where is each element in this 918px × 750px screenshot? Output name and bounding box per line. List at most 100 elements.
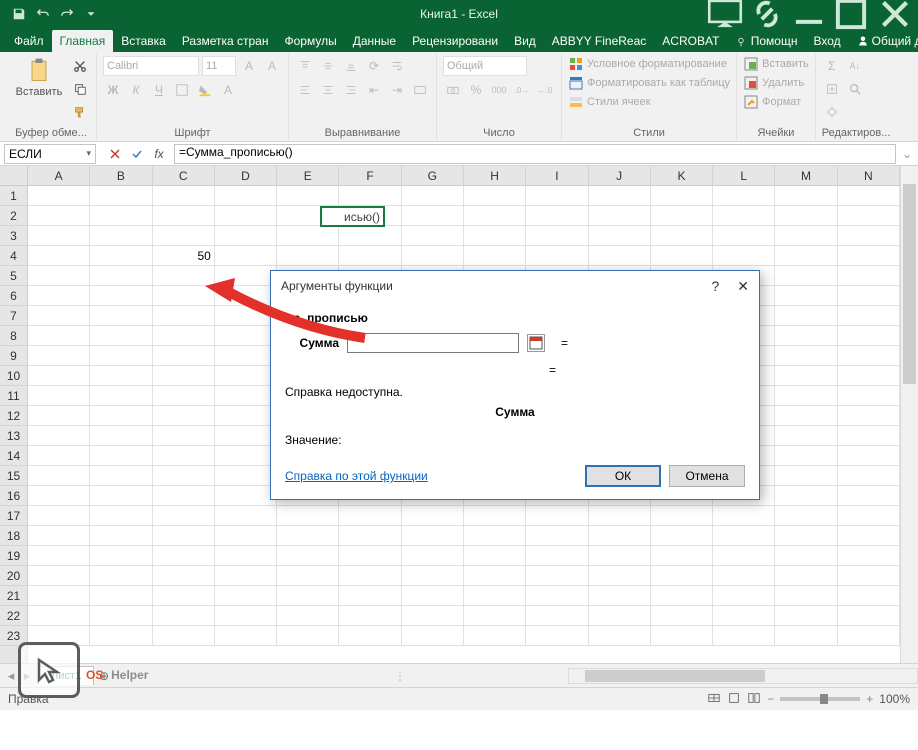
col-header-M[interactable]: M: [775, 166, 837, 185]
clear-icon[interactable]: [822, 102, 842, 122]
col-header-C[interactable]: C: [153, 166, 215, 185]
cell-A11[interactable]: [28, 386, 90, 406]
cell-L3[interactable]: [713, 226, 775, 246]
redo-icon[interactable]: [56, 3, 78, 25]
cell-F4[interactable]: [339, 246, 401, 266]
currency-icon[interactable]: [443, 80, 463, 100]
cell-L2[interactable]: [713, 206, 775, 226]
cell-J19[interactable]: [589, 546, 651, 566]
range-selector-icon[interactable]: [527, 334, 545, 352]
cell-B13[interactable]: [90, 426, 152, 446]
cell-L22[interactable]: [713, 606, 775, 626]
formula-input[interactable]: =Сумма_прописью(): [174, 144, 896, 164]
cell-H21[interactable]: [464, 586, 526, 606]
cell-B6[interactable]: [90, 286, 152, 306]
cell-H1[interactable]: [464, 186, 526, 206]
cell-L17[interactable]: [713, 506, 775, 526]
cell-N16[interactable]: [838, 486, 900, 506]
cell-A4[interactable]: [28, 246, 90, 266]
cell-H17[interactable]: [464, 506, 526, 526]
align-left-icon[interactable]: [295, 80, 315, 100]
cell-M3[interactable]: [775, 226, 837, 246]
row-header-10[interactable]: 10: [0, 366, 27, 386]
cell-C2[interactable]: [153, 206, 215, 226]
cell-M21[interactable]: [775, 586, 837, 606]
cell-G3[interactable]: [402, 226, 464, 246]
cell-B12[interactable]: [90, 406, 152, 426]
cell-I1[interactable]: [526, 186, 588, 206]
cell-N22[interactable]: [838, 606, 900, 626]
cell-F2[interactable]: [339, 206, 401, 226]
tab-layout[interactable]: Разметка стран: [174, 30, 277, 52]
view-page-layout-icon[interactable]: [727, 691, 741, 708]
cell-I23[interactable]: [526, 626, 588, 646]
cell-J4[interactable]: [589, 246, 651, 266]
copy-icon[interactable]: [70, 79, 90, 99]
cell-B1[interactable]: [90, 186, 152, 206]
col-header-I[interactable]: I: [526, 166, 588, 185]
cell-A16[interactable]: [28, 486, 90, 506]
cell-I3[interactable]: [526, 226, 588, 246]
cell-G21[interactable]: [402, 586, 464, 606]
cell-C4[interactable]: 50: [153, 246, 215, 266]
format-painter-icon[interactable]: [70, 102, 90, 122]
cell-L18[interactable]: [713, 526, 775, 546]
cell-D13[interactable]: [215, 426, 277, 446]
cell-D16[interactable]: [215, 486, 277, 506]
cell-A9[interactable]: [28, 346, 90, 366]
cell-D2[interactable]: [215, 206, 277, 226]
cell-G4[interactable]: [402, 246, 464, 266]
col-header-D[interactable]: D: [215, 166, 277, 185]
fx-icon[interactable]: fx: [148, 144, 170, 164]
cell-D23[interactable]: [215, 626, 277, 646]
cell-G19[interactable]: [402, 546, 464, 566]
cell-styles-button[interactable]: Стили ячеек: [568, 94, 730, 110]
format-as-table-button[interactable]: Форматировать как таблицу: [568, 75, 730, 91]
cell-N11[interactable]: [838, 386, 900, 406]
dialog-help-icon[interactable]: ?: [711, 278, 719, 294]
cell-J17[interactable]: [589, 506, 651, 526]
view-normal-icon[interactable]: [707, 691, 721, 708]
autosum-icon[interactable]: Σ: [822, 56, 842, 76]
align-center-icon[interactable]: [318, 80, 338, 100]
view-page-break-icon[interactable]: [747, 691, 761, 708]
increase-decimal-icon[interactable]: .0→: [512, 80, 532, 100]
insert-cells-button[interactable]: Вставить: [743, 56, 809, 72]
col-header-L[interactable]: L: [713, 166, 775, 185]
cell-M17[interactable]: [775, 506, 837, 526]
dialog-close-icon[interactable]: ✕: [737, 278, 749, 295]
cell-N3[interactable]: [838, 226, 900, 246]
cell-M6[interactable]: [775, 286, 837, 306]
cell-L20[interactable]: [713, 566, 775, 586]
cell-C6[interactable]: [153, 286, 215, 306]
cell-F1[interactable]: [339, 186, 401, 206]
cell-N19[interactable]: [838, 546, 900, 566]
font-size-select[interactable]: 11: [202, 56, 236, 76]
cell-N7[interactable]: [838, 306, 900, 326]
cell-C23[interactable]: [153, 626, 215, 646]
cell-I20[interactable]: [526, 566, 588, 586]
row-header-14[interactable]: 14: [0, 446, 27, 466]
cell-I22[interactable]: [526, 606, 588, 626]
cell-D21[interactable]: [215, 586, 277, 606]
tab-home[interactable]: Главная: [52, 30, 114, 52]
cell-N1[interactable]: [838, 186, 900, 206]
cell-N20[interactable]: [838, 566, 900, 586]
cell-B7[interactable]: [90, 306, 152, 326]
col-header-G[interactable]: G: [402, 166, 464, 185]
dialog-help-link[interactable]: Справка по этой функции: [285, 469, 428, 483]
cell-K19[interactable]: [651, 546, 713, 566]
cell-A14[interactable]: [28, 446, 90, 466]
cell-L23[interactable]: [713, 626, 775, 646]
fill-color-icon[interactable]: [195, 80, 215, 100]
cell-N15[interactable]: [838, 466, 900, 486]
cell-D22[interactable]: [215, 606, 277, 626]
dialog-cancel-button[interactable]: Отмена: [669, 465, 745, 487]
cell-M19[interactable]: [775, 546, 837, 566]
align-top-icon[interactable]: [295, 56, 315, 76]
cell-N10[interactable]: [838, 366, 900, 386]
tab-data[interactable]: Данные: [345, 30, 404, 52]
cell-M22[interactable]: [775, 606, 837, 626]
cell-C18[interactable]: [153, 526, 215, 546]
cell-C10[interactable]: [153, 366, 215, 386]
